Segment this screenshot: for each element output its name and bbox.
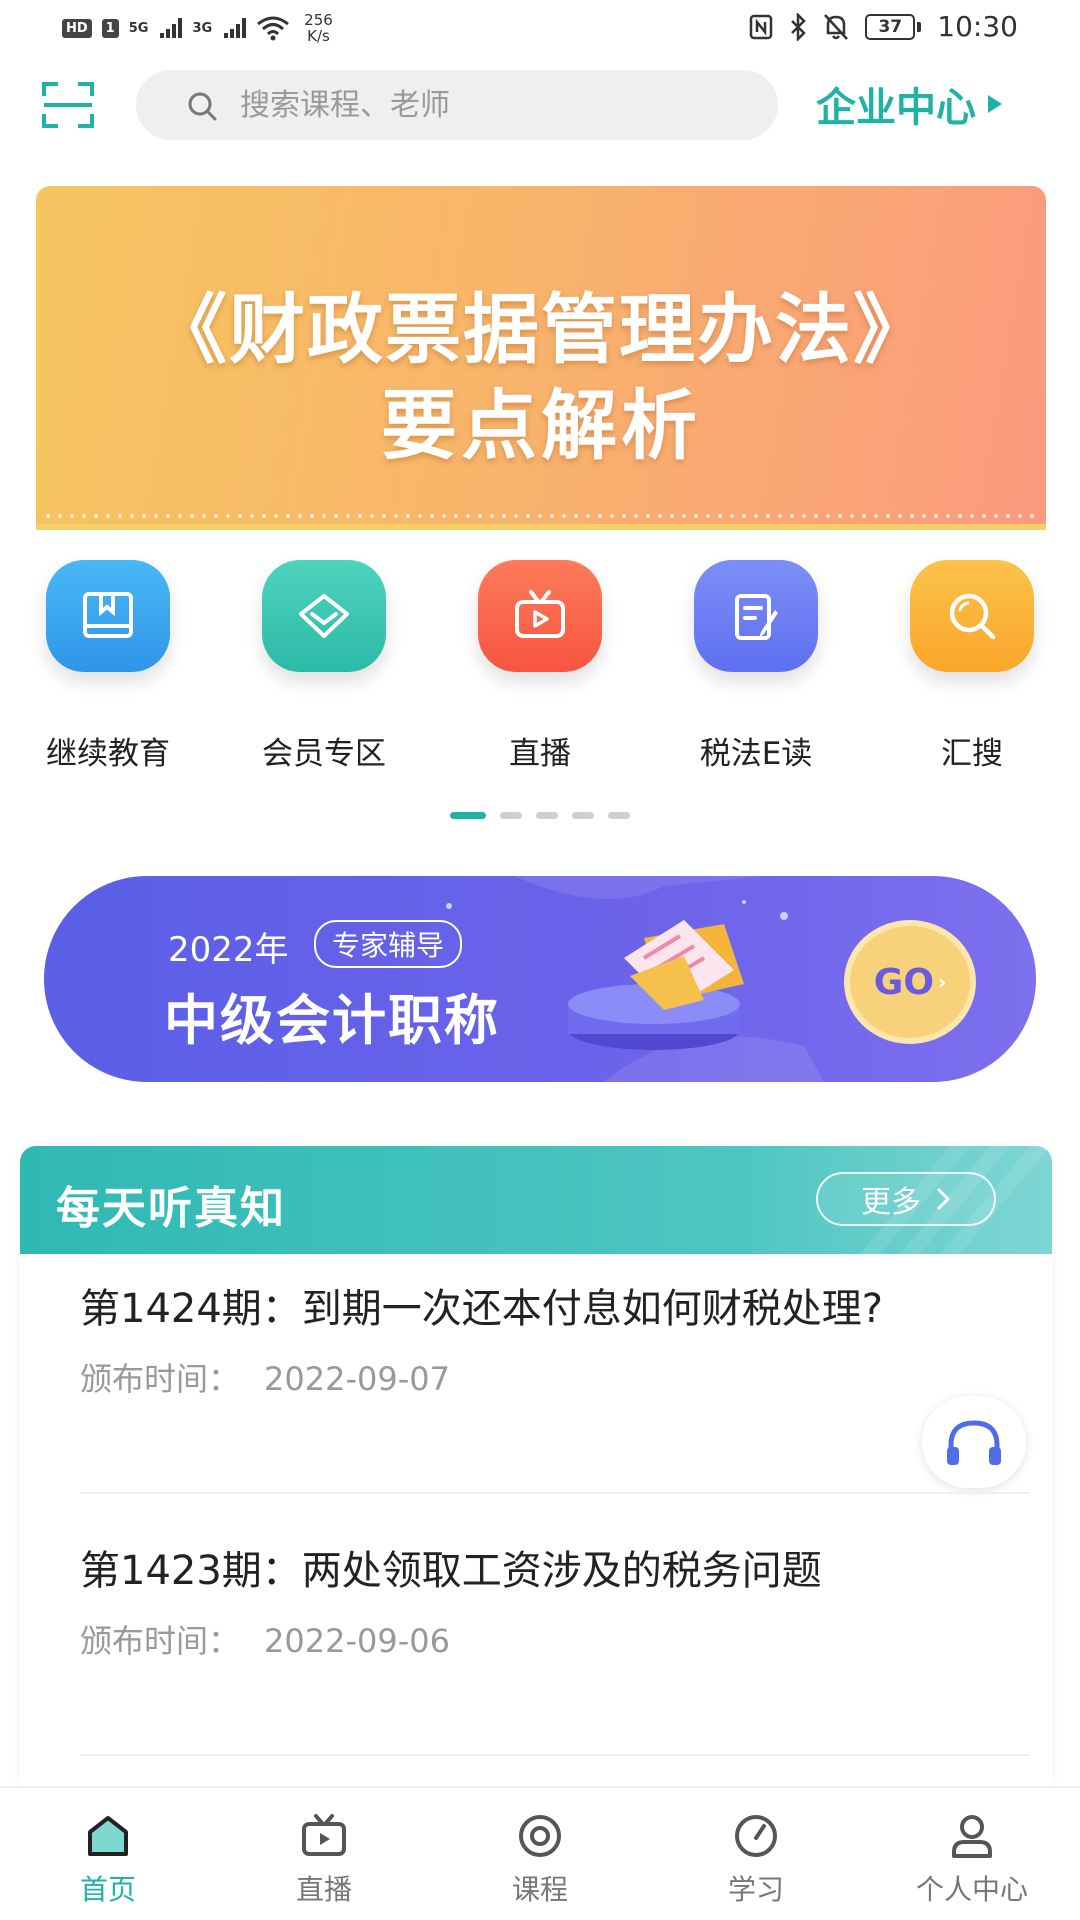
triangle-right-icon [988,95,1002,113]
quick-entry-label: 汇搜 [941,736,1003,772]
banner-carousel[interactable]: 《财政票据管理办法》 要点解析 [36,186,1046,530]
episode-date-label: 颁布时间： [80,1622,241,1660]
status-left: HD 1 5G 3G 256 K/s [62,12,333,44]
episode-date: 颁布时间： 2022-09-06 [80,1616,1000,1662]
tv-play-icon [302,1814,346,1856]
promo-year: 2022年 [168,930,289,970]
tab-label: 课程 [511,1873,568,1906]
tv-play-icon [478,560,602,672]
pager-dot [500,812,522,819]
episode-date-value: 2022-09-06 [264,1622,450,1660]
more-label: 更多 [861,1185,921,1220]
headphones-button[interactable] [922,1396,1026,1488]
promo-tag: 专家辅导 [314,920,463,968]
tab-label: 首页 [79,1873,136,1906]
compass-icon [735,1815,777,1857]
quick-entries: 继续教育 会员专区 直播 税法E读 汇搜 [0,560,1080,780]
quick-entries-pager [450,812,630,819]
search-icon [188,92,217,121]
daily-section-header: 每天听真知 更多 [20,1146,1052,1254]
battery-icon: 37 [865,13,922,40]
pager-dot [608,812,630,819]
quick-entry-label: 会员专区 [262,736,386,772]
tab-live[interactable]: 直播 [216,1788,432,1920]
mute-bell-icon [824,13,849,40]
network-speed-value: 256 [304,11,333,29]
hd-badge: HD [62,18,92,38]
network-speed-unit: K/s [307,27,330,45]
headphones-icon [947,1420,1001,1465]
diamond-icon [262,560,386,672]
enterprise-center-link[interactable]: 企业中心 [816,76,1002,132]
promo-title: 中级会计职称 [164,989,500,1052]
header: 企业中心 [0,66,1080,146]
quick-entry-continuing-education[interactable]: 继续教育 [8,560,208,780]
tab-courses[interactable]: 课程 [432,1788,648,1920]
network-speed: 256 K/s [304,12,333,44]
episode-date-value: 2022-09-07 [264,1360,450,1398]
promo-banner[interactable]: 2022年 专家辅导 中级会计职称 GO › [44,876,1036,1082]
banner-dotted-line [42,514,1040,518]
more-button[interactable]: 更多 [816,1172,996,1226]
enterprise-center-label: 企业中心 [816,85,976,131]
network-3g-label: 3G [192,20,213,36]
search-input[interactable] [240,70,740,140]
quick-entry-live[interactable]: 直播 [440,560,640,780]
banner-title-line1: 《财政票据管理办法》 [151,285,931,374]
scan-icon[interactable] [40,80,96,130]
episode-date: 颁布时间： 2022-09-07 [80,1354,1000,1400]
user-icon [952,1815,992,1858]
status-bar: HD 1 5G 3G 256 K/s 37 10:30 [0,0,1080,60]
signal-icon-2 [224,18,247,38]
divider [80,1754,1030,1756]
banner-bottom-band [36,524,1046,530]
tab-label: 个人中心 [915,1873,1028,1906]
signal-icon [160,18,183,38]
go-label: GO [873,961,934,1003]
nfc-icon [750,14,773,39]
episode-item[interactable]: 第1424期：到期一次还本付息如何财税处理? 颁布时间： 2022-09-07 [80,1282,1000,1400]
banner-title-line2: 要点解析 [381,381,701,470]
pager-dot [536,812,558,819]
chevron-right-icon [936,1187,951,1211]
tab-label: 直播 [295,1873,352,1906]
quick-entry-search[interactable]: 汇搜 [872,560,1072,780]
home-icon [88,1816,128,1856]
chevron-right-icon: › [937,970,947,994]
network-5g-label: 5G [128,20,149,36]
search-icon [910,560,1034,672]
quick-entry-label: 继续教育 [46,736,170,772]
pager-dot [572,812,594,819]
episode-title: 第1423期：两处领取工资涉及的税务问题 [80,1548,822,1594]
status-right: 37 10:30 [749,10,1018,43]
course-icon [519,1815,561,1857]
tab-home[interactable]: 首页 [0,1788,216,1920]
quick-entry-tax-reading[interactable]: 税法E读 [656,560,856,780]
quick-entry-membership[interactable]: 会员专区 [224,560,424,780]
quick-entry-label: 直播 [509,736,571,772]
document-edit-icon [694,560,818,672]
bluetooth-icon [791,12,807,41]
tab-profile[interactable]: 个人中心 [864,1788,1080,1920]
episode-title: 第1424期：到期一次还本付息如何财税处理? [80,1286,884,1332]
sim-badge: 1 [101,18,119,38]
section-title: 每天听真知 [56,1183,286,1234]
bottom-tab-bar: 首页 直播 课程 学习 个人中心 [0,1786,1080,1920]
divider [80,1492,1030,1494]
tab-label: 学习 [727,1873,784,1906]
tab-study[interactable]: 学习 [648,1788,864,1920]
pager-dot-active [450,812,486,819]
quick-entry-label: 税法E读 [699,736,813,772]
battery-level: 37 [865,13,916,40]
episode-item[interactable]: 第1423期：两处领取工资涉及的税务问题 颁布时间： 2022-09-06 [80,1544,1000,1662]
clock: 10:30 [937,10,1018,43]
episode-date-label: 颁布时间： [80,1360,241,1398]
daily-listening-section: 每天听真知 更多 第1424期：到期一次还本付息如何财税处理? 颁布时间： 202… [20,1146,1052,1786]
wifi-icon [257,16,290,41]
go-button[interactable]: GO › [844,920,976,1044]
book-icon [46,560,170,672]
search-bar[interactable] [136,70,778,140]
